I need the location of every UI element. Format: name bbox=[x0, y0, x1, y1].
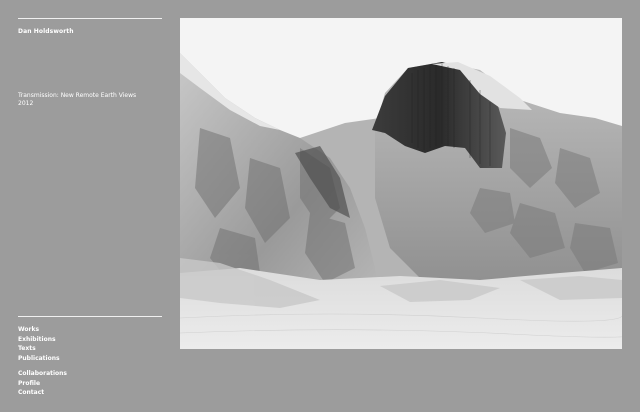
top-divider bbox=[18, 18, 162, 19]
site-name-link[interactable]: Dan Holdsworth bbox=[18, 28, 74, 35]
nav-item-works[interactable]: Works bbox=[18, 325, 60, 335]
landscape-image[interactable] bbox=[180, 18, 622, 349]
work-title: Transmission: New Remote Earth Views bbox=[18, 92, 137, 99]
landscape-illustration bbox=[180, 18, 622, 349]
bottom-divider bbox=[18, 316, 162, 317]
sidebar: Dan Holdsworth Transmission: New Remote … bbox=[18, 0, 162, 412]
nav-item-publications[interactable]: Publications bbox=[18, 354, 60, 364]
nav-item-profile[interactable]: Profile bbox=[18, 379, 67, 389]
primary-nav: Works Exhibitions Texts Publications bbox=[18, 325, 60, 363]
nav-item-texts[interactable]: Texts bbox=[18, 344, 60, 354]
work-year: 2012 bbox=[18, 100, 34, 107]
nav-item-contact[interactable]: Contact bbox=[18, 388, 67, 398]
nav-item-collaborations[interactable]: Collaborations bbox=[18, 369, 67, 379]
nav-item-exhibitions[interactable]: Exhibitions bbox=[18, 335, 60, 345]
secondary-nav: Collaborations Profile Contact bbox=[18, 369, 67, 398]
page: Dan Holdsworth Transmission: New Remote … bbox=[0, 0, 640, 412]
